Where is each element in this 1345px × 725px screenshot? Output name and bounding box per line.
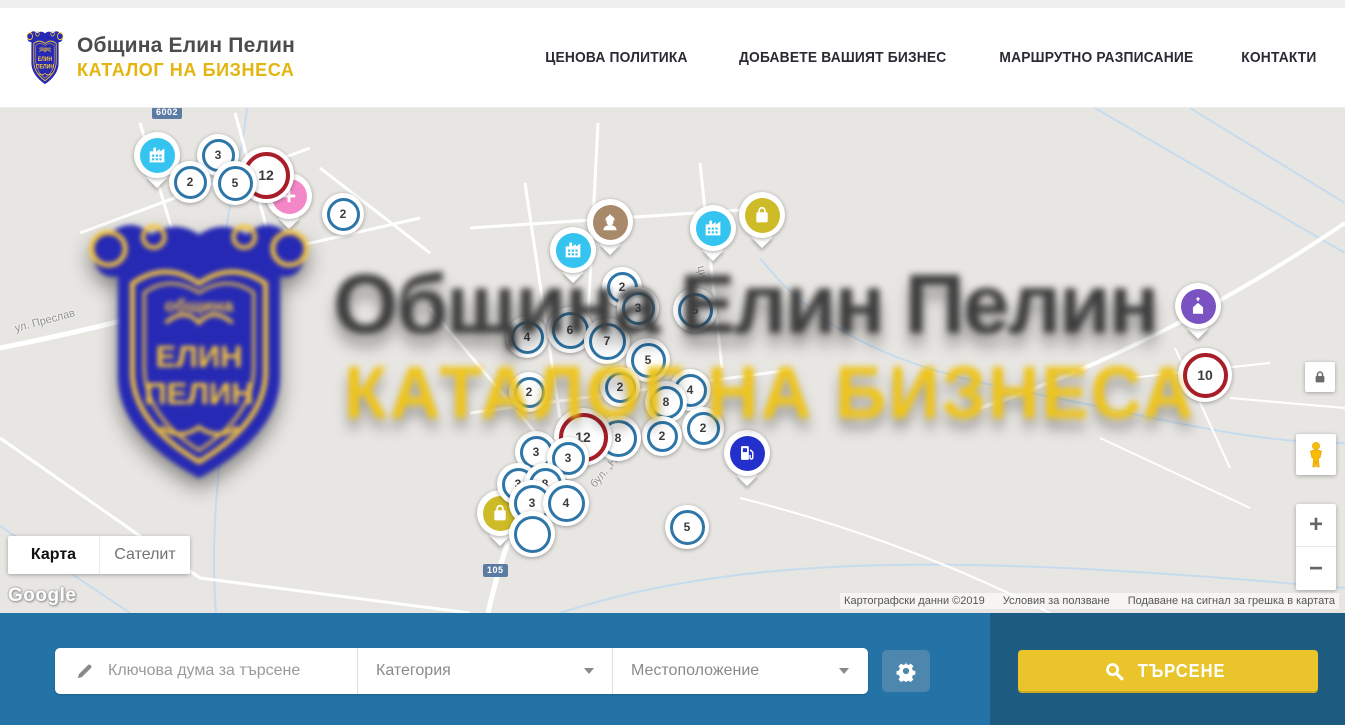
map-cluster-marker[interactable]: 2	[509, 372, 549, 412]
map-type-control: Карта Сателит	[8, 536, 190, 574]
advanced-search-button[interactable]	[882, 650, 930, 692]
pencil-icon	[75, 662, 94, 681]
nav-item-pricing[interactable]: ЦЕНОВА ПОЛИТИКА	[545, 49, 687, 66]
zoom-out-button[interactable]: −	[1296, 547, 1336, 590]
terms-link[interactable]: Условия за ползване	[1003, 595, 1110, 607]
browser-top-strip	[0, 0, 1345, 8]
map-cluster-marker[interactable]: 3	[617, 287, 659, 329]
map-cluster-marker[interactable]: 2	[169, 161, 211, 203]
chevron-down-icon	[839, 668, 849, 674]
map-attribution: Картографски данни ©2019 Условия за полз…	[840, 593, 1339, 609]
map-cluster-marker[interactable]: 5	[665, 505, 709, 549]
search-bar-left-panel: Категория Местоположение	[0, 613, 990, 725]
map-cluster-marker[interactable]: 5	[673, 288, 717, 332]
pegman-street-view-button[interactable]	[1296, 434, 1336, 475]
search-button[interactable]: ТЪРСЕНЕ	[1018, 650, 1318, 693]
nav-item-add-business[interactable]: ДОБАВЕТЕ ВАШИЯТ БИЗНЕС	[739, 49, 946, 66]
map-pin-factory[interactable]	[690, 205, 736, 251]
map-cluster-marker[interactable]: 10	[1178, 348, 1232, 402]
map-canvas[interactable]: ул. Преславбул. „Новоселци" 6002105 3212…	[0, 108, 1345, 613]
zoom-control: + −	[1296, 504, 1336, 590]
gear-icon	[895, 660, 917, 682]
keyword-input[interactable]	[108, 662, 343, 680]
category-select-label: Категория	[376, 662, 451, 680]
road-number-badge: 105	[483, 564, 508, 577]
search-bar: Категория Местоположение ТЪРСЕНЕ	[0, 613, 1345, 725]
municipality-crest-logo	[25, 29, 65, 87]
road-number-badge: 6002	[152, 108, 182, 119]
google-logo: Google	[8, 585, 76, 607]
nav-item-contacts[interactable]: КОНТАКТИ	[1241, 49, 1316, 66]
map-cluster-marker[interactable]: 2	[682, 407, 724, 449]
map-copyright: Картографски данни ©2019	[844, 595, 985, 607]
map-type-satellite-button[interactable]: Сателит	[99, 536, 190, 574]
map-pin-bag[interactable]	[739, 192, 785, 238]
map-cluster-marker[interactable]: 7	[584, 318, 630, 364]
search-icon	[1105, 662, 1124, 681]
map-pin-factory[interactable]	[550, 227, 596, 273]
map-cluster-marker[interactable]: 2	[322, 193, 364, 235]
search-form: Категория Местоположение	[55, 648, 868, 694]
pegman-icon	[1305, 441, 1327, 469]
site-header: Община Елин Пелин КАТАЛОГ НА БИЗНЕСА ЦЕН…	[0, 8, 1345, 108]
category-select[interactable]: Категория	[357, 648, 612, 694]
keyword-field[interactable]	[55, 648, 357, 694]
search-button-label: ТЪРСЕНЕ	[1138, 661, 1226, 682]
location-select-label: Местоположение	[631, 662, 759, 680]
map-cluster-marker[interactable]: 5	[213, 161, 257, 205]
zoom-in-button[interactable]: +	[1296, 504, 1336, 547]
map-cluster-marker[interactable]: 4	[506, 316, 548, 358]
lock-scroll-button[interactable]	[1305, 362, 1335, 392]
site-logo[interactable]: Община Елин Пелин КАТАЛОГ НА БИЗНЕСА	[25, 29, 295, 87]
site-title: Община Елин Пелин	[77, 34, 295, 58]
map-cluster-marker[interactable]	[509, 511, 555, 557]
chevron-down-icon	[584, 668, 594, 674]
map-pin-church[interactable]	[1175, 283, 1221, 329]
search-bar-right-panel: ТЪРСЕНЕ	[990, 613, 1345, 725]
map-pin-fuel[interactable]	[724, 430, 770, 476]
report-error-link[interactable]: Подаване на сигнал за грешка в картата	[1128, 595, 1335, 607]
main-nav: ЦЕНОВА ПОЛИТИКА ДОБАВЕТЕ ВАШИЯТ БИЗНЕС М…	[539, 49, 1320, 66]
site-subtitle: КАТАЛОГ НА БИЗНЕСА	[77, 60, 295, 81]
map-cluster-marker[interactable]: 2	[600, 367, 640, 407]
nav-item-bus-schedule[interactable]: МАРШРУТНО РАЗПИСАНИЕ	[1000, 49, 1194, 66]
map-cluster-marker[interactable]: 2	[642, 416, 682, 456]
location-select[interactable]: Местоположение	[612, 648, 867, 694]
lock-icon	[1313, 370, 1327, 384]
map-type-map-button[interactable]: Карта	[8, 536, 99, 574]
